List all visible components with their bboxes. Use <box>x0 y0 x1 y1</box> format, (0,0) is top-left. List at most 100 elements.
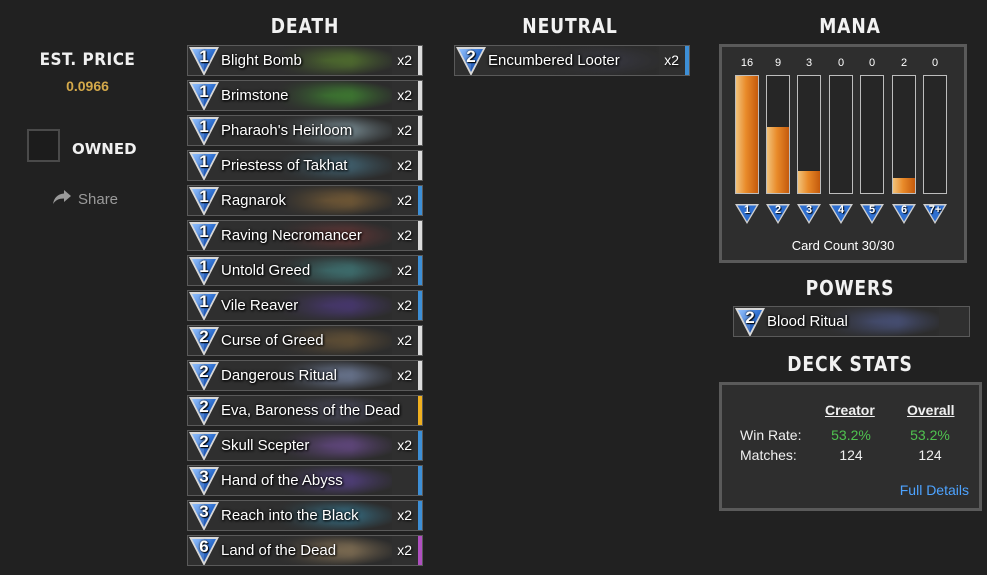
rarity-stripe <box>418 431 422 460</box>
owned-checkbox[interactable] <box>27 129 60 162</box>
mana-bar <box>766 75 790 194</box>
owned-label: OWNED <box>72 140 137 158</box>
mana-count-label: 0 <box>837 57 845 69</box>
card-row[interactable]: 2 Encumbered Looter x2 <box>454 45 690 76</box>
card-cost: 1 <box>199 117 209 136</box>
card-name: Blood Ritual <box>767 313 848 330</box>
rarity-stripe <box>418 116 422 145</box>
card-count: x2 <box>397 87 412 103</box>
mana-curve-panel: Card Count 30/30 16 1 9 2 3 3 0 4 0 5 2 6 0 7+ <box>719 44 967 263</box>
mana-bar <box>735 75 759 194</box>
share-button[interactable]: Share <box>52 189 118 209</box>
card-row[interactable]: 1 Vile Reaver x2 <box>187 290 423 321</box>
card-row[interactable]: 3 Reach into the Black x2 <box>187 500 423 531</box>
mana-bar <box>923 75 947 194</box>
card-name: Raving Necromancer <box>221 227 362 244</box>
card-row[interactable]: 2 Skull Scepter x2 <box>187 430 423 461</box>
mana-cost-gem-icon[interactable]: 2 <box>765 203 791 225</box>
card-row[interactable]: 2 Blood Ritual <box>733 306 970 337</box>
mana-cost-gem-icon[interactable]: 3 <box>796 203 822 225</box>
card-name: Dangerous Ritual <box>221 367 337 384</box>
card-count: x2 <box>397 367 412 383</box>
card-cost: 3 <box>199 502 209 521</box>
card-cost: 1 <box>199 152 209 171</box>
mana-cost-gem-icon[interactable]: 7+ <box>922 203 948 225</box>
card-name: Untold Greed <box>221 262 311 279</box>
rarity-stripe <box>418 536 422 565</box>
mana-cost-gem-icon[interactable]: 5 <box>859 203 885 225</box>
card-cost: 1 <box>199 187 209 206</box>
card-count: x2 <box>397 542 412 558</box>
rarity-stripe <box>418 326 422 355</box>
card-cost: 2 <box>199 362 209 381</box>
card-cost: 1 <box>199 292 209 311</box>
mana-count-label: 3 <box>805 57 813 69</box>
deck-stats-panel: Creator Overall Win Rate: Matches: 53.2%… <box>719 382 982 511</box>
card-row[interactable]: 1 Blight Bomb x2 <box>187 45 423 76</box>
mana-count-label: 0 <box>868 57 876 69</box>
mana-cost-gem-icon[interactable]: 1 <box>734 203 760 225</box>
card-row[interactable]: 1 Raving Necromancer x2 <box>187 220 423 251</box>
card-name: Pharaoh's Heirloom <box>221 122 353 139</box>
powers-title: POWERS <box>805 276 895 300</box>
card-row[interactable]: 1 Pharaoh's Heirloom x2 <box>187 115 423 146</box>
card-name: Reach into the Black <box>221 507 359 524</box>
mana-count-label: 16 <box>740 57 754 69</box>
share-label: Share <box>78 190 119 208</box>
creator-win-rate: 53.2% <box>831 427 871 443</box>
rarity-stripe <box>418 291 422 320</box>
card-cost: 1 <box>199 82 209 101</box>
creator-matches: 124 <box>839 447 863 463</box>
creator-header: Creator <box>825 402 875 418</box>
win-rate-label: Win Rate: <box>740 427 802 443</box>
card-cost: 2 <box>199 327 209 346</box>
card-row[interactable]: 1 Brimstone x2 <box>187 80 423 111</box>
card-cost: 6 <box>199 537 209 556</box>
matches-label: Matches: <box>740 447 797 463</box>
card-row[interactable]: 1 Ragnarok x2 <box>187 185 423 216</box>
mana-count-label: 9 <box>774 57 782 69</box>
mana-cost-gem-icon[interactable]: 6 <box>891 203 917 225</box>
rarity-stripe <box>418 396 422 425</box>
card-row[interactable]: 2 Dangerous Ritual x2 <box>187 360 423 391</box>
card-row[interactable]: 1 Untold Greed x2 <box>187 255 423 286</box>
rarity-stripe <box>418 256 422 285</box>
card-cost: 2 <box>466 47 476 66</box>
mana-bar <box>860 75 884 194</box>
mana-cost-label: 2 <box>774 204 782 216</box>
rarity-stripe <box>418 501 422 530</box>
card-name: Land of the Dead <box>221 542 337 559</box>
rarity-stripe <box>418 466 422 495</box>
card-row[interactable]: 1 Priestess of Takhat x2 <box>187 150 423 181</box>
neutral-title: NEUTRAL <box>522 14 618 38</box>
mana-count-label: 0 <box>931 57 939 69</box>
card-name: Brimstone <box>221 87 289 104</box>
overall-header: Overall <box>907 402 955 418</box>
card-row[interactable]: 2 Curse of Greed x2 <box>187 325 423 356</box>
mana-cost-label: 3 <box>805 204 813 216</box>
card-name: Curse of Greed <box>221 332 324 349</box>
mana-title: MANA <box>819 14 881 38</box>
card-row[interactable]: 3 Hand of the Abyss <box>187 465 423 496</box>
card-name: Priestess of Takhat <box>221 157 348 174</box>
overall-win-rate: 53.2% <box>910 427 950 443</box>
mana-cost-gem-icon[interactable]: 4 <box>828 203 854 225</box>
rarity-stripe <box>685 46 689 75</box>
mana-cost-label: 6 <box>900 204 908 216</box>
rarity-stripe <box>418 81 422 110</box>
card-count: x2 <box>397 192 412 208</box>
card-cost: 2 <box>745 308 755 327</box>
card-count: x2 <box>397 227 412 243</box>
card-name: Ragnarok <box>221 192 287 209</box>
card-cost: 2 <box>199 432 209 451</box>
card-row[interactable]: 2 Eva, Baroness of the Dead <box>187 395 423 426</box>
mana-cost-label: 4 <box>837 204 845 216</box>
card-cost: 3 <box>199 467 209 486</box>
est-price-label: EST. PRICE <box>39 50 136 70</box>
rarity-stripe <box>418 151 422 180</box>
mana-count-label: 2 <box>900 57 908 69</box>
mana-bar <box>829 75 853 194</box>
full-details-link[interactable]: Full Details <box>900 482 969 498</box>
card-count: x2 <box>664 52 679 68</box>
card-row[interactable]: 6 Land of the Dead x2 <box>187 535 423 566</box>
